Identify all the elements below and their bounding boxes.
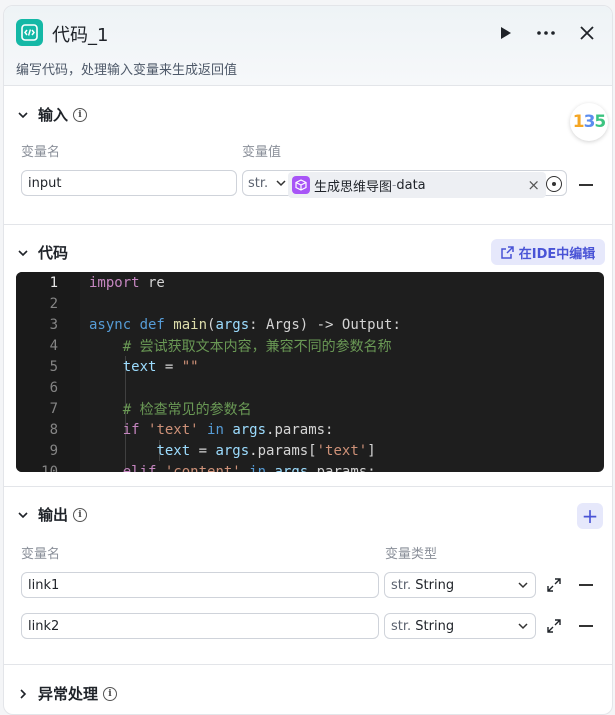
code-section-header[interactable]: 代码 <box>16 242 68 263</box>
code-line: 8 if 'text' in args.params: <box>16 419 604 440</box>
close-icon[interactable] <box>574 20 600 46</box>
divider <box>4 224 612 225</box>
output-col-type-label: 变量类型 <box>385 547 438 562</box>
divider <box>4 664 612 665</box>
info-icon[interactable]: i <box>73 507 88 522</box>
code-node-panel: 代码_1 编写代码，处理输入变量来生成返回值 135 输入 i 变量名 变量值 … <box>3 5 613 715</box>
node-header: 代码_1 编写代码，处理输入变量来生成返回值 <box>4 6 612 86</box>
code-text: # 尝试获取文本内容，兼容不同的参数名称 <box>89 338 392 355</box>
type-short-label: str. <box>248 175 269 191</box>
line-number: 3 <box>49 316 58 333</box>
line-number: 8 <box>49 421 58 438</box>
type-label: String <box>415 577 455 593</box>
input-col-value-label: 变量值 <box>242 145 282 160</box>
line-number: 7 <box>49 400 58 417</box>
code-line: 10 elif 'content' in args.params: <box>16 461 604 473</box>
badge-digit-5: 5 <box>594 112 606 132</box>
type-short-label: str. <box>391 618 412 634</box>
line-number: 5 <box>49 358 58 375</box>
variable-picker-icon[interactable] <box>546 176 562 192</box>
assistant-logo-icon[interactable]: 135 <box>570 103 608 141</box>
remove-output-icon[interactable] <box>579 625 593 627</box>
code-text: import re <box>89 274 165 291</box>
code-node-icon <box>16 19 43 46</box>
code-line: 3 async def main(args: Args) -> Output: <box>16 314 604 335</box>
code-text: elif 'content' in args.params: <box>122 463 376 473</box>
output-name-field[interactable]: link1 <box>21 572 379 598</box>
chevron-right-icon <box>16 687 30 701</box>
code-editor[interactable]: 1 import re 2 3 async def main(args: Arg… <box>16 272 604 472</box>
code-line: 7 # 检查常见的参数名 <box>16 398 604 419</box>
code-text: text = "" <box>122 358 199 375</box>
expand-icon[interactable] <box>546 577 562 593</box>
ref-variable-name: data <box>396 177 426 193</box>
chevron-down-icon <box>518 582 528 589</box>
remove-output-icon[interactable] <box>579 584 593 586</box>
code-line: 5 text = "" <box>16 356 604 377</box>
divider <box>4 486 612 487</box>
type-short-label: str. <box>391 577 412 593</box>
badge-digit-1: 1 <box>572 112 585 132</box>
code-text: text = args.params['text'] <box>156 442 376 459</box>
line-number: 9 <box>49 442 58 459</box>
code-text: # 检查常见的参数名 <box>89 401 252 418</box>
info-icon[interactable]: i <box>103 686 118 701</box>
input-section-title: 输入 <box>38 106 69 124</box>
type-label: String <box>415 618 455 634</box>
play-icon[interactable] <box>493 20 519 46</box>
output-section-title: 输出 <box>38 506 69 524</box>
line-number: 10 <box>41 463 58 473</box>
exception-section-header[interactable]: 异常处理 i <box>16 683 118 704</box>
badge-digit-3: 3 <box>583 112 596 132</box>
chevron-down-icon <box>16 108 30 122</box>
exception-section-title: 异常处理 <box>38 685 99 703</box>
add-output-button[interactable]: + <box>577 503 603 529</box>
line-number: 2 <box>49 295 58 312</box>
line-number: 4 <box>49 337 58 354</box>
edit-in-ide-button[interactable]: 在IDE中编辑 <box>491 239 605 265</box>
clear-icon[interactable]: × <box>527 176 540 194</box>
code-line: 6 <box>16 377 604 398</box>
line-number: 6 <box>49 379 58 396</box>
type-select-value: str. String <box>391 578 454 593</box>
variable-reference-chip[interactable]: 生成思维导图 - data × <box>288 172 546 198</box>
external-link-icon <box>500 245 514 259</box>
code-section-title: 代码 <box>38 244 69 262</box>
code-line: 4 # 尝试获取文本内容，兼容不同的参数名称 <box>16 335 604 356</box>
code-line: 9 text = args.params['text'] <box>16 440 604 461</box>
code-text: async def main(args: Args) -> Output: <box>89 316 401 333</box>
edit-in-ide-label: 在IDE中编辑 <box>518 246 596 262</box>
node-title[interactable]: 代码_1 <box>52 21 108 47</box>
code-line: 1 import re <box>16 272 604 293</box>
more-icon[interactable] <box>533 20 559 46</box>
remove-input-icon[interactable] <box>579 184 593 186</box>
cube-icon <box>292 176 310 194</box>
chevron-down-icon <box>16 508 30 522</box>
output-type-select[interactable]: str. String <box>384 613 536 639</box>
info-icon[interactable]: i <box>73 107 88 122</box>
input-section-header[interactable]: 输入 i <box>16 104 88 125</box>
code-text: if 'text' in args.params: <box>122 421 334 438</box>
chevron-down-icon <box>518 623 528 630</box>
type-select-value: str. String <box>391 619 454 634</box>
output-type-select[interactable]: str. String <box>384 572 536 598</box>
output-col-name-label: 变量名 <box>21 547 61 562</box>
chevron-down-icon <box>16 246 30 260</box>
ref-node-name: 生成思维导图 <box>314 179 393 195</box>
line-number: 1 <box>49 274 58 291</box>
expand-icon[interactable] <box>546 618 562 634</box>
input-col-name-label: 变量名 <box>21 145 61 160</box>
output-section-header[interactable]: 输出 i <box>16 504 88 525</box>
chevron-down-icon[interactable] <box>275 177 287 189</box>
code-line: 2 <box>16 293 604 314</box>
output-name-field[interactable]: link2 <box>21 613 379 639</box>
input-name-field[interactable]: input <box>21 170 237 196</box>
node-description[interactable]: 编写代码，处理输入变量来生成返回值 <box>16 59 237 78</box>
